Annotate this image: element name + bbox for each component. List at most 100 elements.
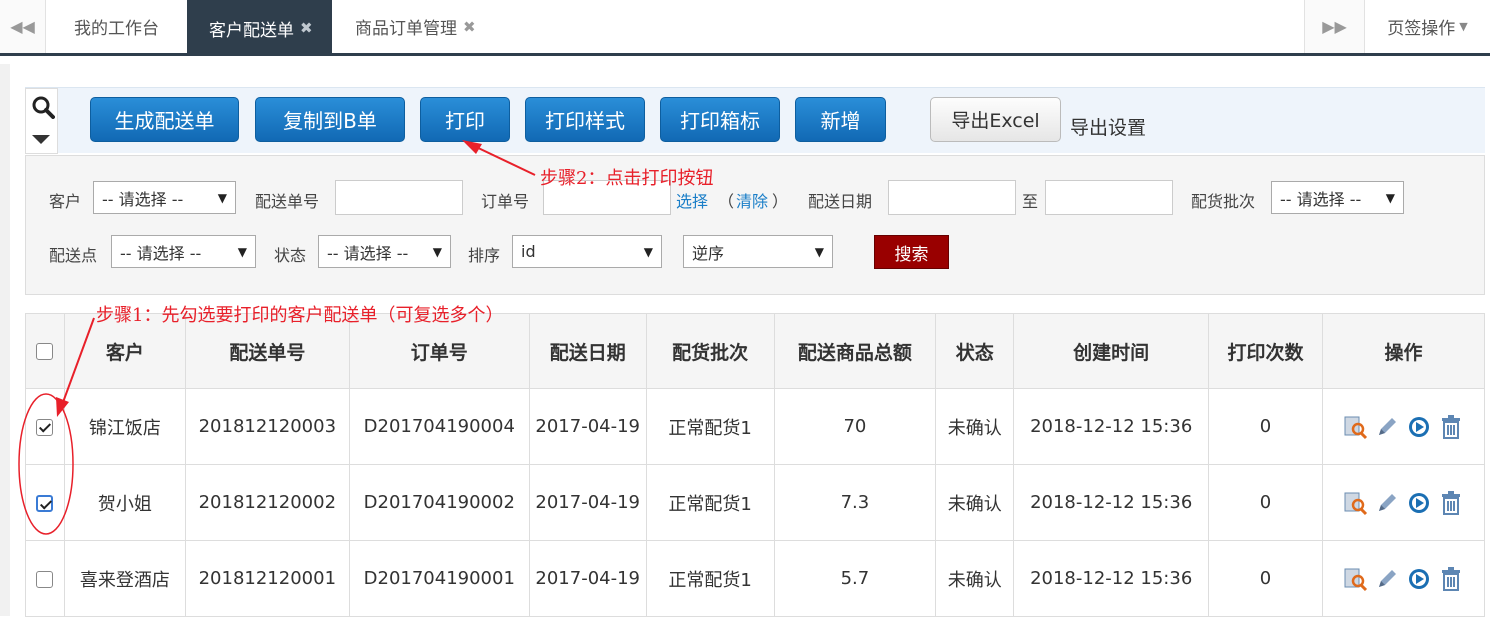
cell-amount: 70 [773,388,937,465]
play-icon[interactable] [1406,414,1432,440]
column-header[interactable]: 配送日期 [528,313,647,389]
row-checkbox[interactable] [36,418,54,436]
double-chevron-right-icon: ▶▶ [1322,17,1347,36]
delivery-point-select[interactable]: -- 请选择 -- ▼ [111,235,256,268]
search-panel [25,155,1485,295]
tab-bar: ◀◀ 我的工作台 客户配送单 ✖ 商品订单管理 ✖ ▶▶ 页签操作 ▼ [0,0,1490,56]
print-box-label-button[interactable]: 打印箱标 [660,97,780,142]
sort-field-select[interactable]: id ▼ [512,235,662,268]
search-button[interactable]: 搜索 [874,235,949,269]
select-order-link[interactable]: 选择 [676,188,708,212]
double-chevron-left-icon: ◀◀ [10,17,35,36]
view-icon[interactable] [1342,490,1368,516]
print-button[interactable]: 打印 [420,97,510,142]
add-button[interactable]: 新增 [795,97,886,142]
caret-down-icon: ▼ [237,245,247,259]
cell-batch: 正常配货1 [645,388,775,465]
tab-operations-menu[interactable]: 页签操作 ▼ [1364,0,1490,53]
select-value: -- 请选择 -- [120,243,202,263]
caret-down-icon: ▼ [432,245,442,259]
caret-down-icon: ▼ [1459,20,1468,33]
date-to-label: 至 [1022,192,1039,211]
export-excel-button[interactable]: 导出Excel [930,97,1061,142]
column-header[interactable]: 配货批次 [645,313,775,389]
caret-down-icon: ▼ [217,191,227,205]
row-select-cell [25,464,65,541]
delivery-point-label: 配送点 [49,246,98,265]
sort-order-select[interactable]: 逆序 ▼ [683,235,833,268]
cell-created: 2018-12-12 15:36 [1013,388,1210,465]
customer-select[interactable]: -- 请选择 -- ▼ [93,181,236,214]
paren-open: （ [718,192,735,211]
cell-delivery-no: 201812120001 [184,540,350,617]
edit-icon[interactable] [1374,566,1400,592]
play-icon[interactable] [1406,490,1432,516]
row-actions [1323,490,1484,516]
row-checkbox[interactable] [36,570,54,588]
edit-icon[interactable] [1374,490,1400,516]
search-toggle[interactable] [25,88,58,154]
tab-operations-label: 页签操作 [1387,19,1456,39]
cell-customer: 喜来登酒店 [63,540,186,617]
delivery-date-label: 配送日期 [808,192,873,211]
order-no-label: 订单号 [481,192,530,211]
delivery-table: 客户 配送单号 订单号 配送日期 配货批次 配送商品总额 状态 创建时间 打印次… [25,313,1486,617]
column-header[interactable]: 打印次数 [1208,313,1323,389]
tab-customer-delivery[interactable]: 客户配送单 ✖ [187,0,332,56]
date-to-input[interactable] [1045,180,1173,215]
cell-prints: 0 [1208,540,1323,617]
left-gutter [0,64,10,616]
cell-order-no: D201704190001 [348,540,530,617]
status-select[interactable]: -- 请选择 -- ▼ [318,235,451,268]
select-value: -- 请选择 -- [327,243,409,263]
cell-actions [1321,388,1486,465]
tab-label: 我的工作台 [74,19,159,39]
tab-scroll-left-button[interactable]: ◀◀ [0,0,46,53]
cell-delivery-no: 201812120003 [184,388,350,465]
cell-created: 2018-12-12 15:36 [1013,464,1210,541]
delivery-no-input[interactable] [335,180,463,215]
cell-amount: 5.7 [773,540,937,617]
table-row[interactable]: 喜来登酒店 201812120001 D201704190001 2017-04… [25,540,1486,617]
step1-annotation: 步骤1：先勾选要打印的客户配送单（可复选多个） [96,305,504,326]
table-row[interactable]: 锦江饭店 201812120003 D201704190004 2017-04-… [25,388,1486,465]
cell-order-no: D201704190004 [348,388,530,465]
delete-icon[interactable] [1438,566,1464,592]
column-header[interactable]: 配送商品总额 [773,313,937,389]
view-icon[interactable] [1342,566,1368,592]
tab-scroll-right-button[interactable]: ▶▶ [1304,0,1364,53]
select-all-cell [25,313,65,389]
export-settings-link[interactable]: 导出设置 [1070,113,1146,140]
cell-batch: 正常配货1 [645,464,775,541]
cell-actions [1321,540,1486,617]
view-icon[interactable] [1342,414,1368,440]
delete-icon[interactable] [1438,490,1464,516]
edit-icon[interactable] [1374,414,1400,440]
row-actions [1323,414,1484,440]
column-header[interactable]: 创建时间 [1013,313,1210,389]
print-style-button[interactable]: 打印样式 [525,97,645,142]
delete-icon[interactable] [1438,414,1464,440]
tab-workbench[interactable]: 我的工作台 [52,0,186,53]
cell-date: 2017-04-19 [528,388,647,465]
cell-customer: 贺小姐 [63,464,186,541]
cell-prints: 0 [1208,388,1323,465]
customer-label: 客户 [49,192,82,211]
generate-delivery-button[interactable]: 生成配送单 [90,97,239,142]
select-value: -- 请选择 -- [102,189,184,209]
batch-select[interactable]: -- 请选择 -- ▼ [1271,181,1404,214]
column-header[interactable]: 状态 [935,313,1015,389]
tab-product-orders[interactable]: 商品订单管理 ✖ [333,0,503,53]
row-select-cell [25,388,65,465]
row-checkbox[interactable] [36,494,54,512]
select-all-checkbox[interactable] [36,343,54,360]
date-from-input[interactable] [888,180,1016,215]
close-icon[interactable]: ✖ [300,19,313,37]
clear-order-link[interactable]: 清除 [736,188,768,212]
copy-to-b-button[interactable]: 复制到B单 [255,97,405,142]
close-icon[interactable]: ✖ [463,18,476,36]
play-icon[interactable] [1406,566,1432,592]
column-header: 操作 [1321,313,1486,389]
step2-annotation: 步骤2：点击打印按钮 [540,168,714,189]
table-row[interactable]: 贺小姐 201812120002 D201704190002 2017-04-1… [25,464,1486,541]
